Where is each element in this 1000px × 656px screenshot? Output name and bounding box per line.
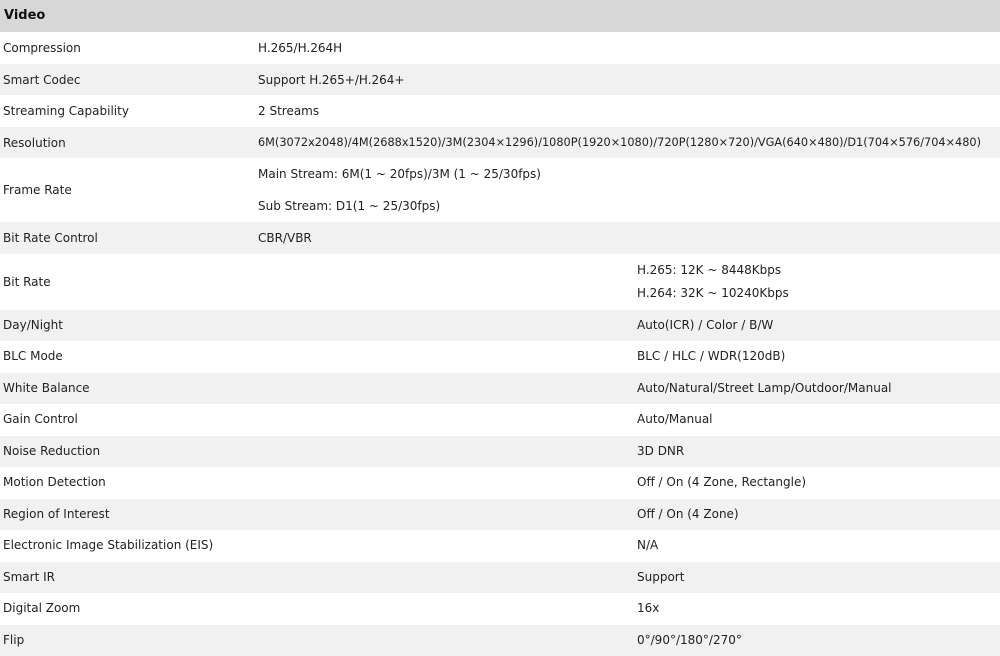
spec-row-gain-control: Gain Control Auto/Manual (0, 404, 1000, 436)
spec-label: Day/Night (3, 318, 63, 332)
spec-label: Bit Rate (3, 275, 51, 289)
spec-row-flip: Flip 0°/90°/180°/270° (0, 625, 1000, 656)
spec-row-white-balance: White Balance Auto/Natural/Street Lamp/O… (0, 373, 1000, 404)
spec-row-blc-mode: BLC Mode BLC / HLC / WDR(120dB) (0, 341, 1000, 373)
spec-value: CBR/VBR (258, 231, 312, 245)
spec-label: Electronic Image Stabilization (EIS) (3, 538, 214, 552)
spec-row-smart-ir: Smart IR Support (0, 562, 1000, 593)
spec-value: 3D DNR (637, 444, 685, 458)
spec-label: Gain Control (3, 412, 78, 426)
spec-label: BLC Mode (3, 349, 63, 363)
spec-row-digital-zoom: Digital Zoom 16x (0, 593, 1000, 625)
spec-value: Sub Stream: D1(1 ~ 25/30fps) (258, 199, 441, 213)
spec-label: Frame Rate (3, 183, 72, 197)
spec-value: 0°/90°/180°/270° (637, 633, 742, 647)
spec-row-bit-rate: Bit Rate H.265: 12K ~ 8448Kbps H.264: 32… (0, 254, 1000, 310)
spec-value: H.264: 32K ~ 10240Kbps (637, 286, 789, 300)
spec-value: Main Stream: 6M(1 ~ 20fps)/3M (1 ~ 25/30… (258, 167, 541, 181)
spec-value: Auto/Natural/Street Lamp/Outdoor/Manual (637, 381, 892, 395)
spec-value: 16x (637, 601, 660, 615)
spec-label: Region of Interest (3, 507, 110, 521)
spec-label: Bit Rate Control (3, 231, 98, 245)
spec-label: Flip (3, 633, 25, 647)
spec-row-motion-detection: Motion Detection Off / On (4 Zone, Recta… (0, 467, 1000, 499)
spec-label: Streaming Capability (3, 104, 129, 118)
spec-label: Resolution (3, 136, 66, 150)
spec-value: BLC / HLC / WDR(120dB) (637, 349, 786, 363)
spec-value: 2 Streams (258, 104, 320, 118)
spec-value: Off / On (4 Zone, Rectangle) (637, 475, 807, 489)
spec-row-smart-codec: Smart Codec Support H.265+/H.264+ (0, 64, 1000, 95)
spec-row-bit-rate-control: Bit Rate Control CBR/VBR (0, 222, 1000, 254)
spec-row-noise-reduction: Noise Reduction 3D DNR (0, 436, 1000, 467)
spec-row-day-night: Day/Night Auto(ICR) / Color / B/W (0, 310, 1000, 341)
spec-label: Motion Detection (3, 475, 106, 489)
spec-label: Noise Reduction (3, 444, 101, 458)
spec-label: Digital Zoom (3, 601, 81, 615)
spec-row-eis: Electronic Image Stabilization (EIS) N/A (0, 530, 1000, 562)
spec-row-region-of-interest: Region of Interest Off / On (4 Zone) (0, 499, 1000, 530)
spec-value: N/A (637, 538, 659, 552)
spec-row-frame-rate: Frame Rate Main Stream: 6M(1 ~ 20fps)/3M… (0, 158, 1000, 222)
spec-value: H.265/H.264H (258, 41, 343, 55)
section-title: Video (0, 0, 1000, 32)
spec-row-compression: Compression H.265/H.264H (0, 32, 1000, 64)
spec-label: Smart Codec (3, 73, 81, 87)
spec-value: Support (637, 570, 685, 584)
spec-label: Smart IR (3, 570, 55, 584)
spec-row-resolution: Resolution 6M(3072x2048)/4M(2688x1520)/3… (0, 127, 1000, 158)
spec-row-streaming-capability: Streaming Capability 2 Streams (0, 95, 1000, 127)
spec-label: White Balance (3, 381, 90, 395)
spec-value: Auto(ICR) / Color / B/W (637, 318, 774, 332)
spec-label: Compression (3, 41, 81, 55)
spec-value: 6M(3072x2048)/4M(2688x1520)/3M(2304×1296… (258, 136, 982, 149)
spec-value: H.265: 12K ~ 8448Kbps (637, 263, 782, 277)
spec-value: Support H.265+/H.264+ (258, 73, 405, 87)
spec-value: Auto/Manual (637, 412, 713, 426)
spec-value: Off / On (4 Zone) (637, 507, 739, 521)
